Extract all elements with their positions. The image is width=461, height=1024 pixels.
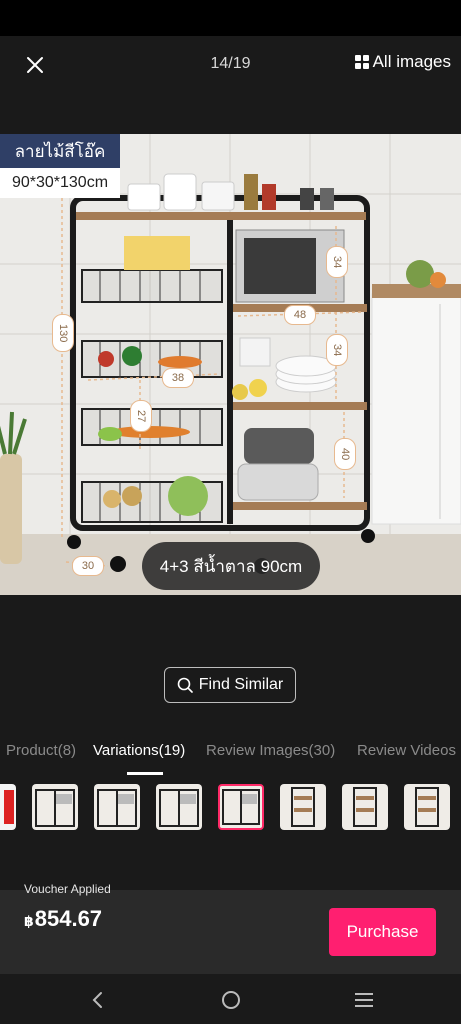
all-images-label: All images xyxy=(372,52,451,71)
thumbnail-image xyxy=(35,789,75,827)
gallery-tabs: Product(8) Variations(19) Review Images(… xyxy=(0,738,461,768)
dimension-label-microwave: 34 xyxy=(326,246,348,278)
menu-icon xyxy=(355,993,373,1007)
thumbnail-image xyxy=(415,787,439,827)
variation-thumbnail[interactable] xyxy=(94,784,140,830)
dimension-label-basket-width: 38 xyxy=(162,368,194,388)
dimension-label-depth: 30 xyxy=(72,556,104,576)
tab-product[interactable]: Product(8) xyxy=(6,742,76,759)
thumbnail-image xyxy=(159,789,199,827)
find-similar-label: Find Similar xyxy=(198,676,284,693)
home-icon xyxy=(222,991,240,1009)
thumbnail-image xyxy=(97,789,137,827)
price: ฿854.67 xyxy=(24,906,102,932)
dimension-label-shelf-width: 48 xyxy=(284,305,316,325)
thumbnail-image xyxy=(222,789,260,825)
voucher-applied-label: Voucher Applied xyxy=(24,882,111,896)
dimension-label-shelf-gap: 34 xyxy=(326,334,348,366)
variation-thumbnail[interactable] xyxy=(0,784,16,830)
variation-thumbnail[interactable] xyxy=(156,784,202,830)
active-tab-indicator xyxy=(127,772,163,775)
back-icon xyxy=(92,992,102,1008)
tab-review-images[interactable]: Review Images(30) xyxy=(206,742,335,759)
thumbnail-image xyxy=(353,787,377,827)
variation-thumbnail[interactable] xyxy=(32,784,78,830)
dimension-label-basket-gap: 27 xyxy=(130,400,152,432)
dimension-label-bottom-gap: 40 xyxy=(334,438,356,470)
all-images-button[interactable]: All images xyxy=(354,52,451,72)
system-nav-bar xyxy=(0,974,461,1024)
product-image[interactable]: 130 34 48 34 38 27 40 30 ลายไม้สีโอ๊ค 90… xyxy=(0,134,461,595)
nav-menu-button[interactable] xyxy=(352,988,376,1012)
dimension-label-height: 130 xyxy=(52,314,74,352)
find-similar-button[interactable]: Find Similar xyxy=(164,667,296,703)
search-icon xyxy=(177,677,193,693)
product-illustration xyxy=(0,134,461,595)
variation-thumbnail[interactable] xyxy=(280,784,326,830)
purchase-button[interactable]: Purchase xyxy=(329,908,436,956)
status-bar xyxy=(0,0,461,36)
variant-caption: 4+3 สีน้ำตาล 90cm xyxy=(142,542,320,590)
tab-review-videos[interactable]: Review Videos xyxy=(357,742,456,759)
price-value: 854.67 xyxy=(34,906,103,931)
grid-icon xyxy=(354,55,369,69)
variation-thumbnail[interactable] xyxy=(342,784,388,830)
viewer-header xyxy=(0,36,461,134)
variation-thumbnails xyxy=(0,784,461,832)
thumbnail-image xyxy=(291,787,315,827)
variation-thumbnail-selected[interactable] xyxy=(218,784,264,830)
nav-home-button[interactable] xyxy=(219,988,243,1012)
thumbnail-image xyxy=(4,790,14,824)
currency-symbol: ฿ xyxy=(24,913,34,929)
nav-back-button[interactable] xyxy=(86,988,110,1012)
variation-thumbnail[interactable] xyxy=(404,784,450,830)
size-tag: 90*30*130cm xyxy=(0,168,120,198)
tab-variations[interactable]: Variations(19) xyxy=(93,742,185,759)
color-tag: ลายไม้สีโอ๊ค xyxy=(0,134,120,168)
